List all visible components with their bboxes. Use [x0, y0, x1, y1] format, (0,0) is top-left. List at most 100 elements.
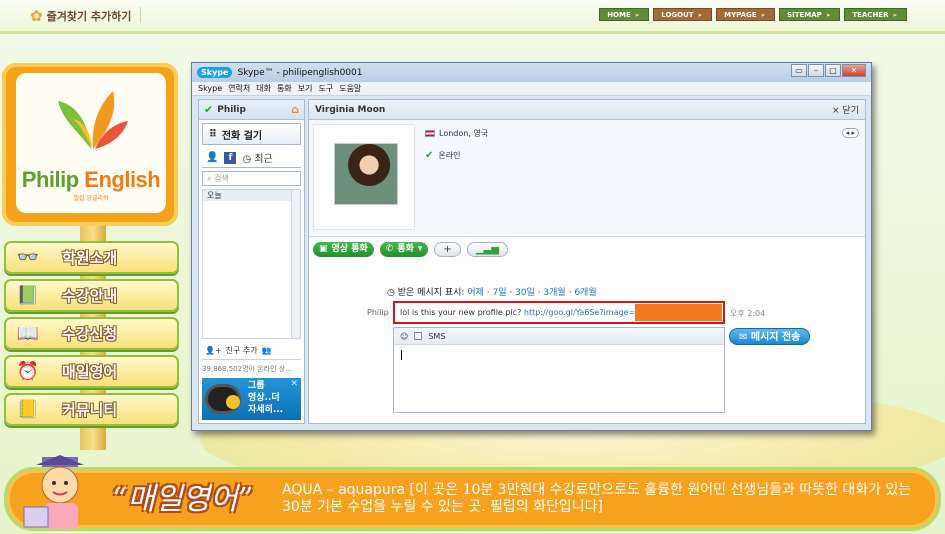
window-title: Skype™ - philipenglish0001	[237, 67, 363, 78]
call-button[interactable]: ✆ 통화 ▾	[379, 242, 429, 257]
nav-logout-button[interactable]: LOGOUT ▸	[653, 8, 713, 21]
menu-skype[interactable]: Skype	[198, 82, 222, 95]
facebook-icon[interactable]: f	[224, 151, 237, 164]
logo-title: Philip English	[16, 167, 166, 193]
promo-text: 그룹 영상..더 자세히...	[248, 380, 283, 416]
add-contact-icon: 👤+	[205, 346, 222, 355]
user-header[interactable]: ✔ Philip ⌂	[199, 100, 304, 120]
profile-photo[interactable]	[334, 143, 398, 205]
mascot-icon	[23, 455, 84, 529]
menu-course-info[interactable]: 📗 수강안내	[4, 279, 179, 312]
menu-call[interactable]: 통화	[277, 82, 292, 95]
history-6months-link[interactable]: 6개월	[574, 288, 596, 298]
window-titlebar[interactable]: Skype Skype™ - philipenglish0001 ▭ – □ ✕	[192, 63, 871, 82]
nav-mypage-label: MYPAGE	[724, 11, 757, 19]
message-composer[interactable]: ☺ SMS	[393, 327, 725, 413]
menu-conversation[interactable]: 대화	[256, 82, 271, 95]
redaction-block	[635, 304, 722, 321]
dialpad-icon: ⠿	[209, 128, 217, 140]
history-label: 받은 메시지 표시:	[397, 288, 465, 298]
uk-flag-icon	[425, 130, 435, 137]
profile-nav-arrows[interactable]: ◂ ▸	[841, 128, 859, 138]
nav-teacher-button[interactable]: TEACHER ▸	[844, 8, 907, 21]
chat-message: lol is this your new profile pic? http:/…	[393, 301, 725, 324]
chat-bubble-icon: ✉	[739, 332, 748, 343]
menu-about[interactable]: 👓 학원소개	[4, 241, 179, 274]
star-icon: ✿	[30, 7, 43, 25]
nav-teacher-label: TEACHER	[852, 11, 889, 19]
search-placeholder: 검색	[214, 174, 229, 183]
nav-home-button[interactable]: HOME ▸	[599, 8, 650, 21]
text-cursor	[401, 350, 402, 360]
home-icon[interactable]: ⌂	[291, 103, 299, 116]
composer-toolbar: ☺ SMS	[394, 328, 724, 345]
history-30days-link[interactable]: 30일	[515, 288, 535, 298]
arrow-icon: ▸	[698, 11, 703, 19]
maximize-icon[interactable]: □	[825, 64, 841, 77]
contact-location: London, 영국	[425, 128, 488, 139]
nav-home-label: HOME	[607, 11, 631, 19]
send-message-button[interactable]: ✉ 메시지 전송	[729, 328, 811, 345]
call-quality-button[interactable]: ▁▃▅	[466, 242, 508, 257]
divider	[140, 7, 141, 23]
call-label: 통화	[397, 244, 414, 254]
sms-checkbox[interactable]	[414, 332, 423, 340]
logo-word-philip: Philip	[21, 167, 79, 192]
menu-daily-english-label: 매일영어	[62, 363, 118, 381]
skype-window: Skype Skype™ - philipenglish0001 ▭ – □ ✕…	[191, 62, 872, 431]
menu-view[interactable]: 보기	[298, 82, 313, 95]
location-text: London, 영국	[439, 129, 489, 138]
contact-status: ✔ 온라인	[425, 150, 460, 161]
menu-help[interactable]: 도움말	[339, 82, 361, 95]
add-favorite-link[interactable]: ✿ 즐겨찾기 추가하기	[30, 7, 131, 25]
message-link[interactable]: http://goo.gl/Ya6Se?image=	[524, 308, 635, 317]
scrollbar[interactable]	[291, 190, 300, 338]
online-status-icon[interactable]: ✔	[204, 103, 213, 116]
menu-daily-english[interactable]: ⏰ 매일영어	[4, 355, 179, 388]
send-label: 메시지 전송	[750, 332, 801, 343]
promo-close-icon[interactable]: ✕	[290, 379, 298, 389]
chevron-down-icon[interactable]: ▾	[418, 242, 423, 257]
video-call-label: 영상 통화	[331, 244, 368, 254]
promo-line: 영상..더	[248, 393, 280, 403]
site-logo[interactable]: Philip English 필립 잉글리쉬	[2, 63, 178, 226]
add-contact-button[interactable]: 👤+ 친구 추가 👥	[202, 342, 301, 360]
conversation-pane: Virginia Moon × 닫기 London, 영국 ✔ 온라인 ◂ ▸ …	[308, 99, 866, 424]
nav-mypage-button[interactable]: MYPAGE ▸	[716, 8, 776, 21]
group-add-icon[interactable]: 👥	[262, 346, 272, 355]
message-text: lol is this your new profile pic?	[400, 308, 522, 317]
list-group-today[interactable]: 오늘	[203, 190, 300, 201]
emoticon-icon[interactable]: ☺	[400, 332, 408, 341]
video-call-button[interactable]: ▣ 영상 통화	[313, 242, 374, 257]
menu-tools[interactable]: 도구	[318, 82, 333, 95]
menu-contacts[interactable]: 연락처	[228, 82, 250, 95]
menu-community[interactable]: 📒 커뮤니티	[4, 393, 179, 426]
menu-about-label: 학원소개	[62, 249, 118, 267]
nav-sitemap-button[interactable]: SITEMAP ▸	[779, 8, 841, 21]
banner-text: AQUA – aquapura [이 곳은 10분 3만원대 수강료만으로도 훌…	[282, 482, 912, 515]
close-conversation-button[interactable]: × 닫기	[832, 103, 859, 116]
menu-enroll[interactable]: 📖 수강신청	[4, 317, 179, 350]
history-7days-link[interactable]: 7일	[492, 288, 506, 298]
message-time: 오후 2:04	[730, 309, 766, 318]
message-sender: Philip	[367, 308, 389, 317]
contacts-tab-icon[interactable]: 👤	[206, 152, 218, 163]
recent-tab[interactable]: ◷ 최근	[242, 150, 272, 165]
minimize-icon[interactable]: –	[808, 64, 824, 77]
search-input[interactable]: ⌕ 검색	[202, 171, 301, 186]
glasses-icon: 👓	[16, 247, 40, 268]
phone-icon: ✆	[385, 244, 394, 254]
restore-icon[interactable]: ▭	[791, 64, 807, 77]
history-3months-link[interactable]: 3개월	[543, 288, 565, 298]
call-phones-button[interactable]: ⠿ 전화 걸기	[202, 123, 301, 145]
arrow-icon: ▸	[761, 11, 766, 19]
add-people-button[interactable]: +	[434, 242, 461, 257]
history-yesterday-link[interactable]: 어제	[467, 288, 484, 298]
webcam-icon	[205, 384, 241, 414]
group-video-promo[interactable]: 그룹 영상..더 자세히... ✕	[202, 378, 301, 420]
promo-more-link[interactable]: 자세히...	[248, 404, 283, 416]
profile-card	[313, 124, 415, 230]
banner-title: “매일영어”	[112, 482, 254, 517]
signal-icon: ▁▃▅	[475, 244, 499, 255]
close-icon[interactable]: ✕	[842, 64, 866, 77]
